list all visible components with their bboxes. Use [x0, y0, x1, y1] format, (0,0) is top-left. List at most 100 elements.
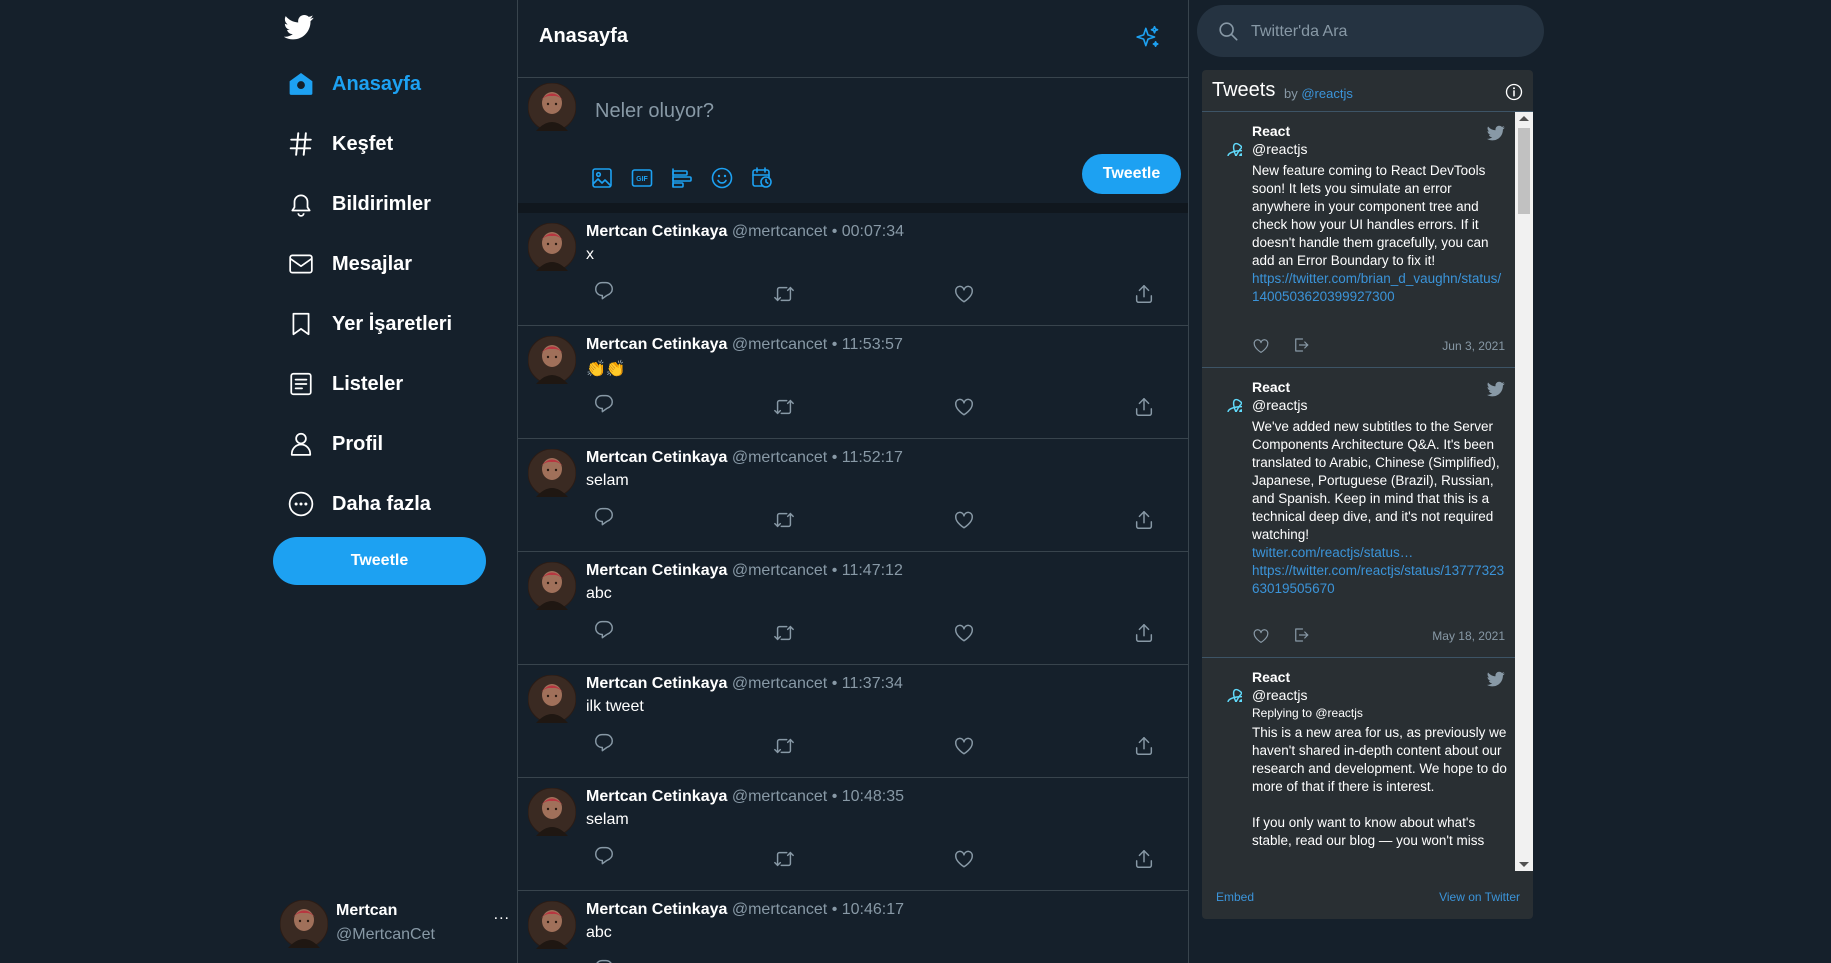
nav-item-explore[interactable]: Keşfet — [287, 124, 393, 164]
sparkle-icon[interactable] — [1135, 24, 1161, 50]
nav-item-lists[interactable]: Listeler — [287, 364, 403, 404]
widget-tweet-author[interactable]: React — [1252, 669, 1290, 685]
tweet-author-name[interactable]: Mertcan Cetinkaya — [586, 336, 727, 353]
avatar[interactable] — [528, 901, 576, 949]
scroll-up-arrow-icon[interactable] — [1519, 116, 1529, 121]
search-input[interactable] — [1249, 5, 1533, 59]
tweet[interactable]: Mertcan Cetinkaya @mertcancet • 11:53:57… — [518, 326, 1188, 439]
composer-tweet-button[interactable]: Tweetle — [1082, 154, 1181, 194]
tweet[interactable]: Mertcan Cetinkaya @mertcancet • 10:48:35… — [518, 778, 1188, 891]
image-icon[interactable] — [590, 166, 614, 190]
nav-item-messages[interactable]: Mesajlar — [287, 244, 412, 284]
tweet-author-name[interactable]: Mertcan Cetinkaya — [586, 223, 727, 240]
widget-by-handle-link[interactable]: @reactjs — [1301, 86, 1353, 101]
tweet-author-name[interactable]: Mertcan Cetinkaya — [586, 675, 727, 692]
tweet[interactable]: Mertcan Cetinkaya @mertcancet • 11:47:12… — [518, 552, 1188, 665]
like-icon[interactable] — [1252, 337, 1270, 355]
react-logo-icon[interactable] — [1210, 670, 1242, 702]
scrollbar-thumb[interactable] — [1518, 128, 1530, 214]
tweet-author-name[interactable]: Mertcan Cetinkaya — [586, 901, 727, 918]
like-icon[interactable] — [953, 283, 975, 305]
tweet[interactable]: Mertcan Cetinkaya @mertcancet • 11:52:17… — [518, 439, 1188, 552]
nav-item-home[interactable]: Anasayfa — [287, 64, 421, 104]
tweet[interactable]: Mertcan Cetinkaya @mertcancet • 00:07:34… — [518, 213, 1188, 326]
widget-tweet-author[interactable]: React — [1252, 123, 1290, 139]
widget-tweet[interactable]: React @reactjs New feature coming to Rea… — [1202, 112, 1515, 368]
twitter-bird-icon[interactable] — [1487, 380, 1505, 398]
tweet[interactable]: Mertcan Cetinkaya @mertcancet • 11:37:34… — [518, 665, 1188, 778]
avatar[interactable] — [528, 788, 576, 836]
share-icon[interactable] — [1133, 396, 1155, 418]
twitter-bird-icon[interactable] — [1487, 670, 1505, 688]
tweet-author-name[interactable]: Mertcan Cetinkaya — [586, 562, 727, 579]
widget-tweet-link[interactable]: https://twitter.com/brian_d_vaughn/statu… — [1252, 271, 1501, 304]
like-icon[interactable] — [953, 848, 975, 870]
react-logo-icon[interactable] — [1210, 380, 1242, 412]
avatar[interactable] — [528, 223, 576, 271]
share-out-icon[interactable] — [1292, 626, 1310, 644]
scroll-down-arrow-icon[interactable] — [1519, 862, 1529, 867]
main-timeline: Anasayfa Neler oluyor? GIF Tweetle Mertc… — [518, 0, 1189, 963]
reply-icon[interactable] — [593, 844, 615, 866]
retweet-icon[interactable] — [773, 622, 795, 644]
widget-scrollbar[interactable] — [1515, 112, 1533, 871]
search-bar[interactable] — [1197, 5, 1544, 59]
tweet-text: x — [586, 246, 594, 263]
widget-tweet[interactable]: React @reactjs We've added new subtitles… — [1202, 368, 1515, 658]
tweet-author-name[interactable]: Mertcan Cetinkaya — [586, 449, 727, 466]
widget-tweet-author[interactable]: React — [1252, 379, 1290, 395]
like-icon[interactable] — [953, 509, 975, 531]
avatar[interactable] — [528, 449, 576, 497]
retweet-icon[interactable] — [773, 735, 795, 757]
avatar[interactable] — [528, 675, 576, 723]
reply-icon[interactable] — [593, 957, 615, 963]
sidebar-tweet-button[interactable]: Tweetle — [273, 537, 486, 585]
reply-icon[interactable] — [593, 731, 615, 753]
share-icon[interactable] — [1133, 283, 1155, 305]
retweet-icon[interactable] — [773, 396, 795, 418]
tweet-author-name[interactable]: Mertcan Cetinkaya — [586, 788, 727, 805]
widget-tweet-date[interactable]: May 18, 2021 — [1432, 629, 1505, 643]
tweet[interactable]: Mertcan Cetinkaya @mertcancet • 10:46:17… — [518, 891, 1188, 963]
reply-icon[interactable] — [593, 505, 615, 527]
reply-icon[interactable] — [593, 392, 615, 414]
schedule-icon[interactable] — [750, 166, 774, 190]
avatar[interactable] — [528, 562, 576, 610]
share-icon[interactable] — [1133, 509, 1155, 531]
share-icon[interactable] — [1133, 848, 1155, 870]
like-icon[interactable] — [953, 735, 975, 757]
account-switcher[interactable]: Mertcan @MertcanCet ... — [280, 898, 510, 950]
retweet-icon[interactable] — [773, 848, 795, 870]
widget-tweet-link[interactable]: twitter.com/reactjs/status… — [1252, 544, 1508, 562]
widget-tweet[interactable]: React @reactjs Replying to @reactjs This… — [1202, 658, 1515, 871]
share-icon[interactable] — [1133, 622, 1155, 644]
like-icon[interactable] — [1252, 627, 1270, 645]
gif-icon[interactable]: GIF — [630, 166, 654, 190]
view-on-twitter-link[interactable]: View on Twitter — [1439, 890, 1520, 904]
nav-item-more[interactable]: Daha fazla — [287, 484, 431, 524]
more-dots-icon[interactable]: ... — [494, 906, 510, 924]
poll-icon[interactable] — [670, 166, 694, 190]
nav-item-profile[interactable]: Profil — [287, 424, 383, 464]
reply-icon[interactable] — [593, 618, 615, 640]
nav-item-notifications[interactable]: Bildirimler — [287, 184, 431, 224]
share-icon[interactable] — [1133, 735, 1155, 757]
info-icon[interactable] — [1505, 83, 1523, 101]
like-icon[interactable] — [953, 396, 975, 418]
react-logo-icon[interactable] — [1210, 124, 1242, 156]
reply-icon[interactable] — [593, 279, 615, 301]
nav-item-bookmarks[interactable]: Yer İşaretleri — [287, 304, 452, 344]
avatar[interactable] — [528, 336, 576, 384]
embed-link[interactable]: Embed — [1216, 890, 1254, 904]
like-icon[interactable] — [953, 622, 975, 644]
widget-tweet-link[interactable]: https://twitter.com/reactjs/status/13777… — [1252, 563, 1504, 596]
retweet-icon[interactable] — [773, 509, 795, 531]
share-out-icon[interactable] — [1292, 336, 1310, 354]
composer-input[interactable]: Neler oluyor? — [595, 100, 714, 123]
emoji-icon[interactable] — [710, 166, 734, 190]
tweet-text: selam — [586, 811, 629, 828]
twitter-bird-icon[interactable] — [1487, 124, 1505, 142]
twitter-logo-icon[interactable] — [284, 12, 314, 42]
widget-tweet-date[interactable]: Jun 3, 2021 — [1442, 339, 1505, 353]
retweet-icon[interactable] — [773, 283, 795, 305]
